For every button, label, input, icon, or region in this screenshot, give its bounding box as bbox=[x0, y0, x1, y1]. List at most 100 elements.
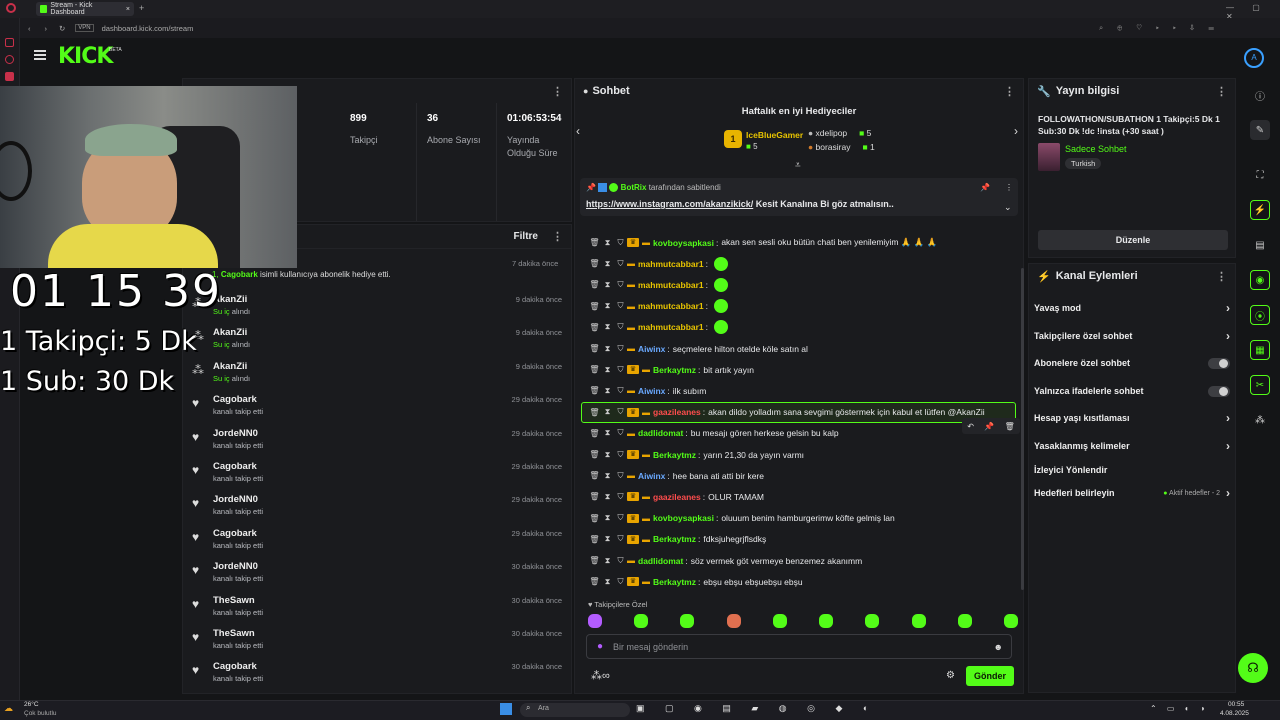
points-icon[interactable]: ⁂ bbox=[591, 670, 602, 682]
url-text[interactable]: dashboard.kick.com/stream bbox=[102, 24, 194, 33]
delete-icon[interactable]: 🗑 bbox=[588, 514, 601, 523]
broadcast-icon[interactable]: ⦿ bbox=[1250, 305, 1270, 325]
delete-icon[interactable]: 🗑 bbox=[588, 280, 601, 289]
toggle-switch[interactable] bbox=[1208, 357, 1230, 369]
edit-icon[interactable]: ✎ bbox=[1250, 120, 1270, 140]
timeout-icon[interactable]: ⧗ bbox=[601, 534, 614, 544]
shield-icon[interactable]: ⛉ bbox=[614, 577, 627, 587]
shield-icon[interactable]: ⛉ bbox=[614, 344, 627, 354]
emote-icon[interactable] bbox=[772, 614, 787, 628]
shield-icon[interactable]: ⛉ bbox=[614, 534, 627, 544]
shield-icon[interactable]: ⛉ bbox=[614, 322, 627, 332]
shield-icon[interactable]: ⛉ bbox=[614, 513, 627, 523]
toggle-switch[interactable] bbox=[1208, 385, 1230, 397]
more-icon[interactable]: ⋮ bbox=[552, 85, 563, 98]
activity-username[interactable]: Cagobark bbox=[213, 394, 257, 405]
timeout-icon[interactable]: ⧗ bbox=[601, 301, 614, 311]
edit-button[interactable]: Düzenle bbox=[1038, 230, 1228, 250]
delete-icon[interactable]: 🗑 bbox=[588, 577, 601, 586]
delete-icon[interactable]: 🗑 bbox=[588, 492, 601, 501]
sidebar-app-icon[interactable] bbox=[5, 38, 14, 47]
timeout-icon[interactable]: ⧗ bbox=[601, 386, 614, 396]
reload-icon[interactable]: ↻ bbox=[59, 24, 65, 33]
clock-time[interactable]: 00:55 bbox=[1228, 701, 1244, 708]
activity-username[interactable]: JordeNN0 bbox=[213, 561, 258, 572]
user-avatar[interactable]: A bbox=[1244, 48, 1264, 68]
pinned-by-user[interactable]: BotRix bbox=[621, 183, 647, 192]
chat-settings-icon[interactable]: ⚙ bbox=[946, 670, 955, 681]
collapse-icon[interactable]: ⩡ bbox=[795, 160, 801, 171]
shield-icon[interactable]: ⛉ bbox=[614, 280, 627, 290]
taskbar-search[interactable]: Ara bbox=[520, 703, 630, 717]
sidebar-app-icon[interactable] bbox=[5, 55, 14, 64]
chat-username[interactable]: Aiwinx bbox=[638, 386, 665, 396]
delete-icon[interactable]: 🗑 bbox=[588, 259, 601, 268]
gift-user[interactable]: Cagobark bbox=[221, 270, 258, 279]
gifter-name[interactable]: IceBlueGamer bbox=[746, 130, 803, 140]
more-icon[interactable]: ⋮ bbox=[1216, 85, 1227, 98]
lightning-icon[interactable]: ⚡ bbox=[1250, 200, 1270, 220]
more-icon[interactable]: ⋮ bbox=[1004, 85, 1015, 98]
timeout-icon[interactable]: ⧗ bbox=[601, 238, 614, 248]
chat-username[interactable]: dadlidomat bbox=[638, 428, 683, 438]
delete-icon[interactable]: 🗑 bbox=[588, 238, 601, 247]
emote-icon[interactable] bbox=[957, 614, 972, 628]
chat-username[interactable]: mahmutcabbar1 bbox=[638, 259, 704, 269]
emote-icon[interactable] bbox=[680, 614, 695, 628]
timeout-icon[interactable]: ⧗ bbox=[601, 344, 614, 354]
chat-username[interactable]: mahmutcabbar1 bbox=[638, 280, 704, 290]
timeout-icon[interactable]: ⧗ bbox=[601, 471, 614, 481]
expand-frame-icon[interactable]: ⛶ bbox=[1250, 165, 1270, 185]
emote-icon[interactable] bbox=[865, 614, 880, 628]
apps-icon[interactable]: ⁂ bbox=[1250, 410, 1270, 430]
vpn-badge[interactable]: VPN bbox=[75, 24, 94, 32]
pinned-more-icon[interactable]: ⋮ bbox=[1005, 183, 1013, 192]
channel-action-item[interactable]: Yasaklanmış kelimeler › bbox=[1034, 436, 1230, 456]
filter-button[interactable]: Filtre bbox=[514, 231, 538, 242]
shield-icon[interactable]: ⛉ bbox=[614, 301, 627, 311]
clock-date[interactable]: 4.08.2025 bbox=[1220, 710, 1249, 717]
activity-username[interactable]: TheSawn bbox=[213, 595, 255, 606]
support-icon[interactable]: ☊ bbox=[1238, 653, 1268, 683]
channel-action-item[interactable]: Hedefleri belirleyin ● Aktif hedefler - 2… bbox=[1034, 483, 1230, 503]
timeout-icon[interactable]: ⧗ bbox=[601, 365, 614, 375]
activity-username[interactable]: AkanZii bbox=[213, 327, 247, 338]
expand-icon[interactable]: ⌄ bbox=[1004, 202, 1012, 213]
windows-start-icon[interactable] bbox=[500, 703, 512, 715]
delete-icon[interactable]: 🗑 bbox=[588, 408, 601, 417]
emote-icon[interactable] bbox=[911, 614, 926, 628]
tools-icon[interactable]: ✂ bbox=[1250, 375, 1270, 395]
chat-scrollbar[interactable] bbox=[1021, 268, 1024, 590]
more-icon[interactable]: ⋮ bbox=[1216, 270, 1227, 283]
channel-action-item[interactable]: Hesap yaşı kısıtlaması › bbox=[1034, 408, 1230, 428]
send-button[interactable]: Gönder bbox=[966, 666, 1014, 686]
gifter-name[interactable]: borasiray bbox=[816, 142, 851, 152]
chat-input[interactable]: ● Bir mesaj gönderin ☻ bbox=[586, 634, 1012, 659]
timeout-icon[interactable]: ⧗ bbox=[601, 280, 614, 290]
channel-action-item[interactable]: Takipçilere özel sohbet › bbox=[1034, 326, 1230, 346]
shield-icon[interactable]: ⛉ bbox=[614, 556, 627, 566]
gifters-prev-icon[interactable]: ‹ bbox=[576, 124, 580, 138]
delete-icon[interactable]: 🗑 bbox=[588, 386, 601, 395]
channel-action-item[interactable]: Abonelere özel sohbet bbox=[1034, 353, 1230, 373]
chat-username[interactable]: Aiwinx bbox=[638, 471, 665, 481]
timeout-icon[interactable]: ⧗ bbox=[601, 322, 614, 332]
category-name[interactable]: Sadece Sohbet bbox=[1065, 144, 1127, 154]
delete-icon[interactable]: 🗑 bbox=[588, 323, 601, 332]
activity-username[interactable]: JordeNN0 bbox=[213, 428, 258, 439]
menu-icon[interactable] bbox=[34, 50, 46, 60]
chat-username[interactable]: Aiwinx bbox=[638, 344, 665, 354]
channel-action-item[interactable]: Yalnızca ifadelerle sohbet bbox=[1034, 381, 1230, 401]
activity-username[interactable]: TheSawn bbox=[213, 628, 255, 639]
weather-temp[interactable]: 26°C bbox=[24, 701, 39, 708]
shield-icon[interactable]: ⛉ bbox=[614, 407, 627, 417]
timeout-icon[interactable]: ⧗ bbox=[601, 428, 614, 438]
chat-username[interactable]: Berkaytmz bbox=[653, 450, 696, 460]
category-thumbnail[interactable] bbox=[1038, 143, 1060, 171]
chat-username[interactable]: gaazileanes bbox=[653, 492, 701, 502]
timeout-icon[interactable]: ⧗ bbox=[601, 407, 614, 417]
delete-icon[interactable]: 🗑 bbox=[588, 471, 601, 480]
new-tab-icon[interactable]: + bbox=[139, 3, 144, 13]
shield-icon[interactable]: ⛉ bbox=[614, 428, 627, 438]
sidebar-app-icon[interactable] bbox=[5, 72, 14, 81]
